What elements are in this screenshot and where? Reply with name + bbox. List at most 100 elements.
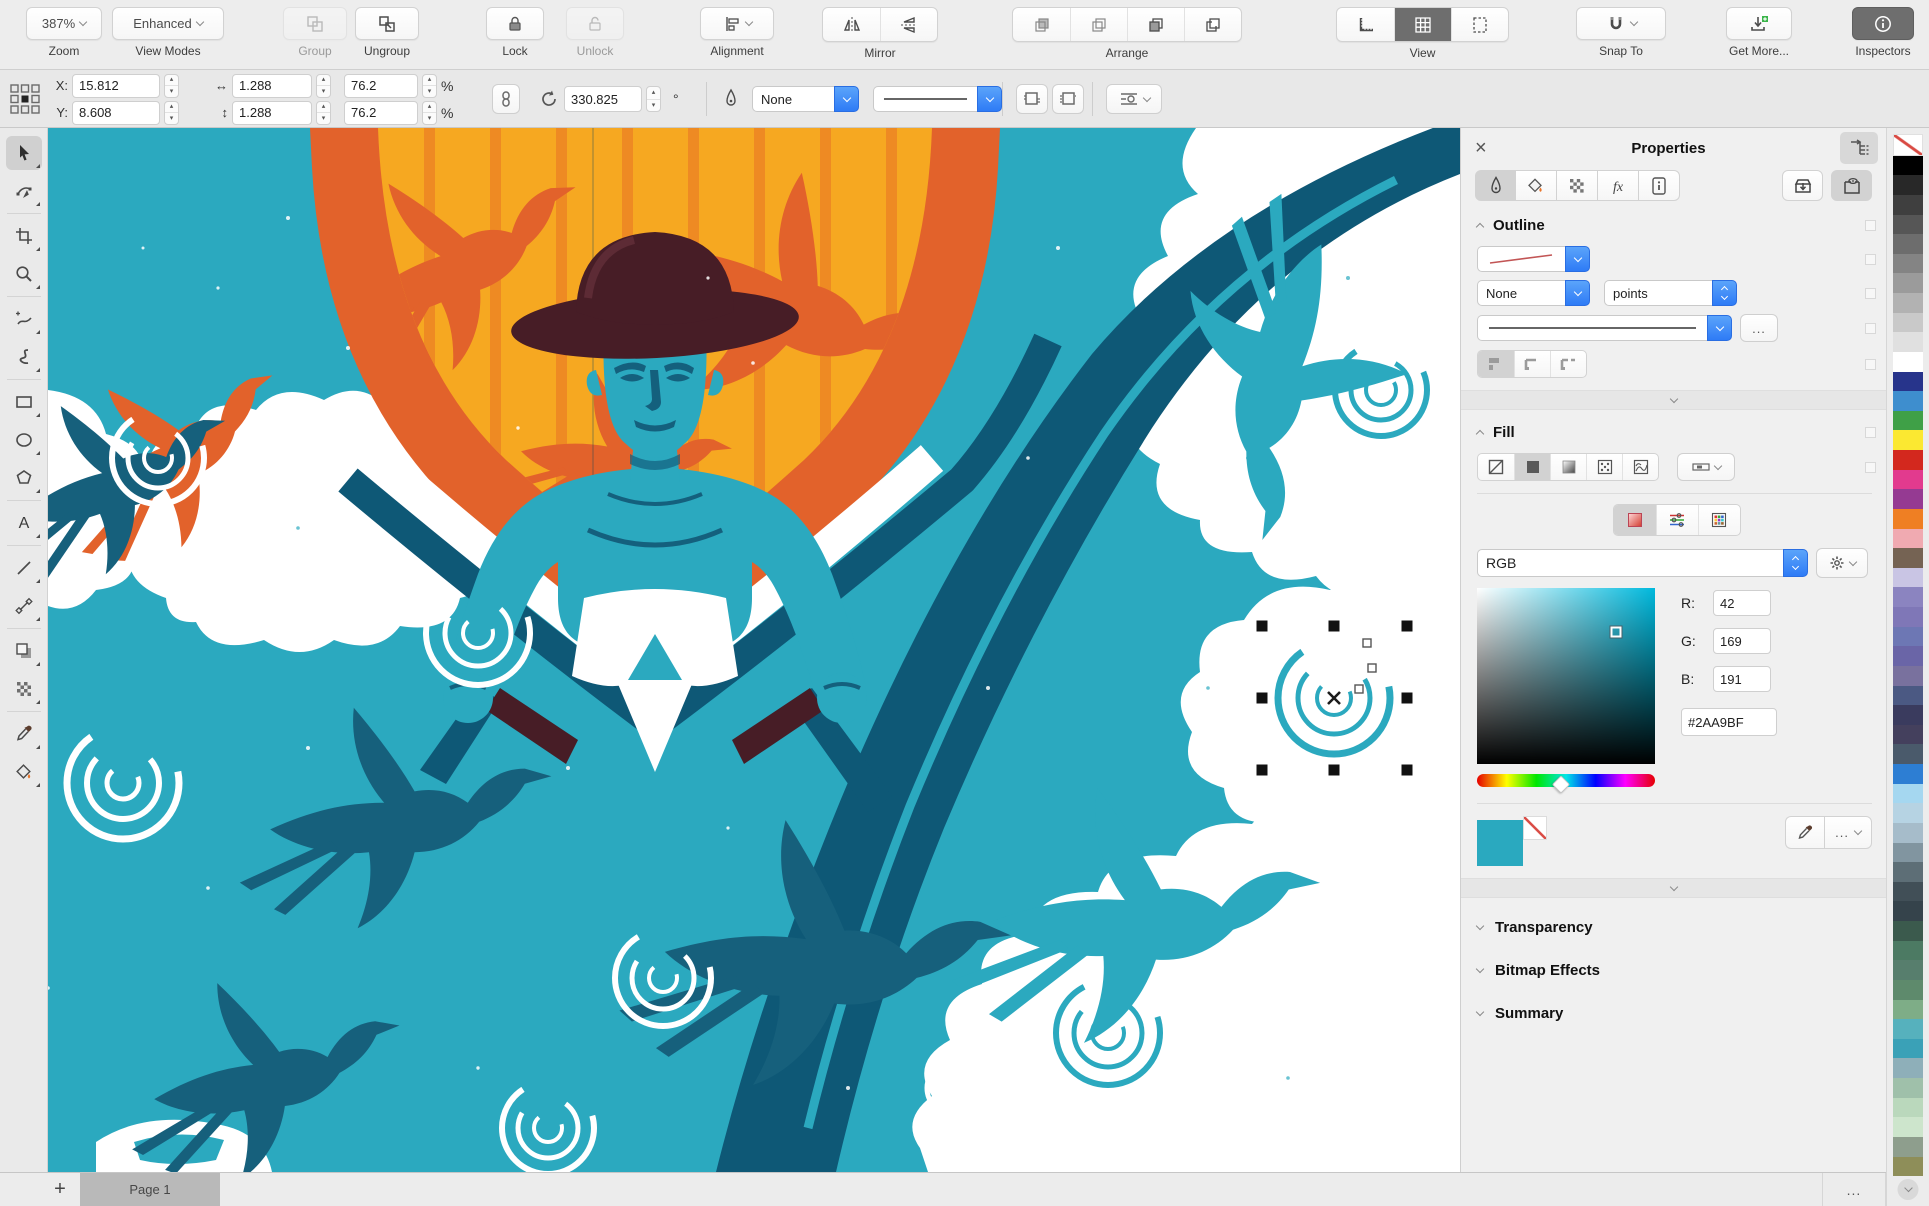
color-picker-tab[interactable] [1613, 505, 1656, 535]
zoom-tool[interactable] [6, 257, 42, 291]
fill-uniform-button[interactable] [1514, 454, 1550, 480]
palette-swatch[interactable] [1893, 646, 1923, 666]
outline-section-header[interactable]: Outline [1461, 209, 1886, 242]
outline-width-dropdown[interactable]: None [1477, 280, 1590, 306]
dropdown-button[interactable] [1565, 280, 1590, 306]
palette-swatch[interactable] [1893, 489, 1923, 509]
add-page-button[interactable]: + [40, 1173, 80, 1206]
palette-swatch[interactable] [1893, 450, 1923, 470]
y-input[interactable] [72, 100, 160, 125]
palette-swatch[interactable] [1893, 1078, 1923, 1098]
color-model-dropdown[interactable]: RGB [1477, 549, 1808, 577]
palette-swatch[interactable] [1893, 528, 1923, 549]
fill-expand-bar[interactable] [1461, 878, 1886, 898]
fill-library-dropdown[interactable] [1677, 453, 1735, 481]
palette-swatch[interactable] [1893, 175, 1923, 195]
scale-width-stepper[interactable]: ▴ ▾ [422, 73, 437, 98]
bitmap-effects-section-header[interactable]: Bitmap Effects [1461, 949, 1886, 992]
palette-swatch[interactable] [1893, 567, 1923, 588]
height-input[interactable] [232, 100, 312, 125]
outline-preset-dropdown[interactable] [1477, 246, 1590, 272]
x-input[interactable] [72, 73, 160, 98]
color-eyedropper-tool[interactable] [6, 717, 42, 751]
alignment-dropdown[interactable] [700, 7, 774, 40]
palette-swatch[interactable] [1893, 1038, 1923, 1059]
palette-swatch[interactable] [1893, 214, 1923, 235]
mirror-vertical-button[interactable] [880, 8, 937, 41]
palette-swatch[interactable] [1893, 626, 1923, 647]
stepper-button[interactable] [1712, 280, 1737, 306]
view-rulers-button[interactable] [1337, 8, 1394, 41]
to-back-button[interactable] [1184, 8, 1241, 41]
rectangle-tool[interactable] [6, 385, 42, 419]
import-style-button[interactable] [1782, 170, 1823, 201]
palette-swatch[interactable] [1893, 1117, 1923, 1137]
dropdown-button[interactable] [977, 86, 1002, 112]
fill-fountain-button[interactable] [1550, 454, 1586, 480]
freehand-tool[interactable] [6, 302, 42, 336]
row-checkbox[interactable] [1865, 253, 1876, 265]
ungroup-button[interactable] [355, 7, 419, 40]
summary-section-header[interactable]: Summary [1461, 992, 1886, 1035]
scale-height-input[interactable] [344, 100, 418, 125]
palette-swatch[interactable] [1893, 665, 1923, 686]
hue-marker[interactable] [1551, 775, 1570, 794]
palette-swatch[interactable] [1893, 901, 1923, 921]
anchor-point-selector-icon[interactable] [8, 82, 42, 116]
palette-swatch[interactable] [1893, 940, 1923, 961]
bezier-tool[interactable] [6, 340, 42, 374]
saturation-brightness-field[interactable] [1477, 588, 1655, 764]
palette-swatch[interactable] [1893, 803, 1923, 823]
palette-swatch[interactable] [1893, 960, 1923, 980]
status-more-button[interactable]: ... [1822, 1173, 1886, 1206]
palette-swatch[interactable] [1893, 548, 1923, 568]
width-stepper[interactable]: ▴ ▾ [316, 73, 331, 98]
palette-swatch[interactable] [1893, 921, 1923, 941]
hex-input[interactable] [1681, 708, 1777, 736]
tab-effects[interactable]: fx [1598, 170, 1639, 201]
palette-swatch[interactable] [1893, 273, 1923, 293]
objects-tree-button[interactable] [1840, 132, 1878, 164]
fill-more-dropdown[interactable]: ... [1824, 816, 1872, 849]
scale-width-input[interactable] [344, 73, 418, 98]
tab-transparency[interactable] [1557, 170, 1598, 201]
palette-swatch[interactable] [1893, 332, 1923, 352]
corner-round-button[interactable] [1514, 351, 1550, 377]
rotation-stepper[interactable]: ▴ ▾ [646, 86, 661, 112]
shape-tool[interactable] [6, 174, 42, 208]
to-front-button[interactable] [1013, 8, 1070, 41]
close-icon[interactable]: × [1475, 137, 1497, 160]
palette-swatch[interactable] [1893, 312, 1923, 333]
snap-to-dropdown[interactable] [1576, 7, 1666, 40]
palette-swatch[interactable] [1893, 410, 1923, 431]
palette-swatch[interactable] [1893, 351, 1923, 372]
palette-swatch[interactable] [1893, 293, 1923, 313]
group-button[interactable] [283, 7, 347, 40]
outline-style-dropdown[interactable] [873, 86, 1002, 112]
palette-swatch[interactable] [1893, 1019, 1923, 1039]
color-sliders-tab[interactable] [1655, 505, 1698, 535]
get-more-button[interactable] [1726, 7, 1792, 40]
dropdown-button[interactable] [1707, 315, 1732, 341]
inspectors-button[interactable] [1852, 7, 1914, 40]
outline-width-dropdown[interactable]: None [752, 86, 859, 112]
palette-swatch[interactable] [1893, 842, 1923, 863]
view-grid-button[interactable] [1394, 8, 1451, 41]
current-fill-swatch[interactable] [1477, 820, 1523, 866]
page-visibility-button[interactable] [1831, 170, 1872, 201]
palette-scroll-down-button[interactable] [1897, 1179, 1919, 1200]
palette-swatch[interactable] [1893, 744, 1923, 764]
palette-swatch[interactable] [1893, 391, 1923, 411]
text-tool[interactable]: A [6, 506, 42, 540]
row-checkbox[interactable] [1865, 461, 1876, 473]
palette-swatch[interactable] [1893, 253, 1923, 274]
no-color-swatch[interactable] [1523, 816, 1547, 840]
height-stepper[interactable]: ▴ ▾ [316, 100, 331, 125]
forward-one-button[interactable] [1070, 8, 1127, 41]
palette-swatch[interactable] [1893, 979, 1923, 1000]
x-stepper[interactable]: ▴ ▾ [164, 73, 179, 98]
b-input[interactable] [1713, 666, 1771, 692]
outline-settings-button[interactable]: ... [1740, 314, 1778, 342]
pick-tool[interactable] [5, 136, 42, 170]
view-page-border-button[interactable] [1451, 8, 1508, 41]
